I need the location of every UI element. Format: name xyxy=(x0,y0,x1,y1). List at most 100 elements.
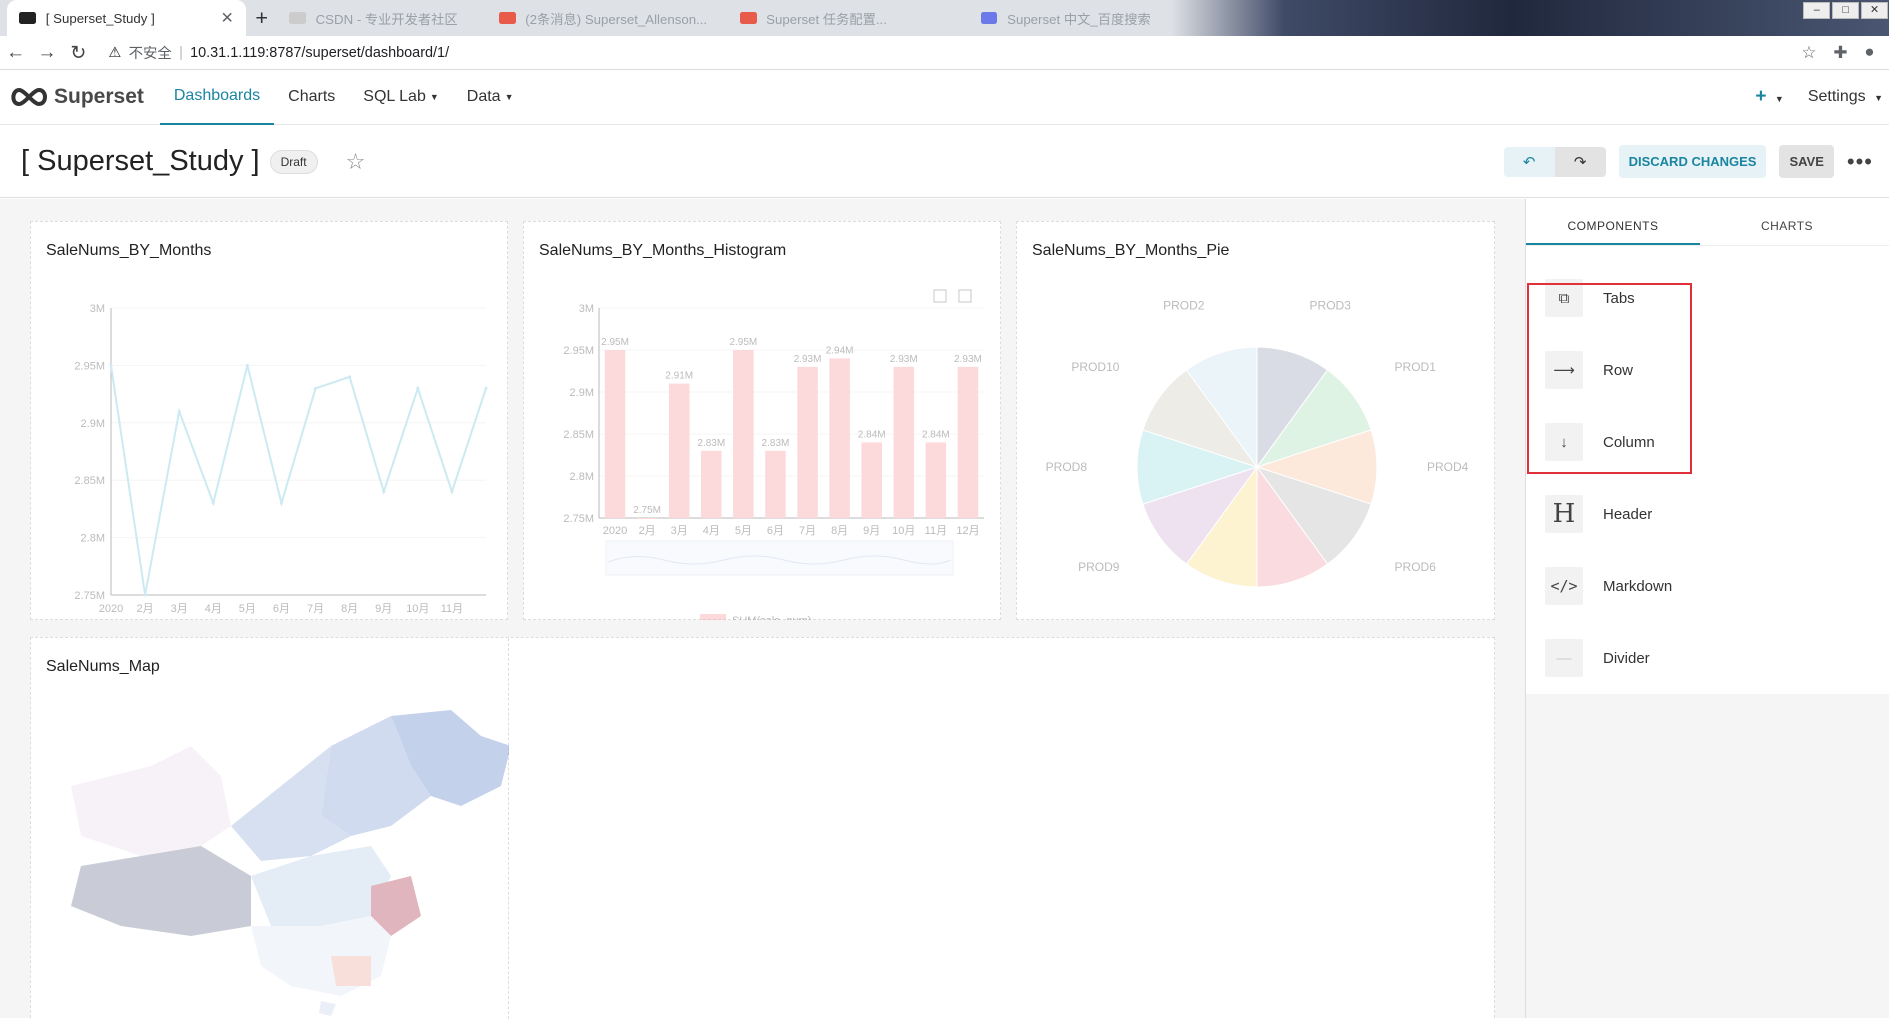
nav-data[interactable]: Data ▼ xyxy=(453,70,528,125)
chart-row-2: SaleNums_Map xyxy=(30,637,1495,1019)
back-icon[interactable]: ← xyxy=(0,42,31,64)
browser-tabbar: [ Superset_Study ] ✕ + CSDN - 专业开发者社区 (2… xyxy=(0,0,1889,37)
close-tab-icon[interactable]: ✕ xyxy=(221,8,234,28)
map-region-west xyxy=(71,746,231,856)
component-label: Divider xyxy=(1603,649,1650,667)
omnibox[interactable]: ⚠ 不安全 | 10.31.1.119:8787/superset/dashbo… xyxy=(108,42,1801,63)
caret-down-icon: ▼ xyxy=(1874,93,1883,103)
pie-slice-label: PROD2 xyxy=(1163,298,1205,312)
y-tick-label: 2.75M xyxy=(563,513,594,525)
bar-value-label: 2.93M xyxy=(794,354,822,365)
more-options-icon[interactable]: ••• xyxy=(1847,149,1873,175)
bookmark-star-icon[interactable]: ☆ xyxy=(1801,42,1816,63)
profile-icon[interactable]: ● xyxy=(1864,42,1874,63)
brand-logo[interactable]: Superset xyxy=(8,85,144,109)
bar xyxy=(636,518,658,519)
pie-slice-label: PROD4 xyxy=(1427,460,1469,474)
tab-components[interactable]: COMPONENTS xyxy=(1526,199,1700,245)
browser-tab[interactable]: Superset 任务配置... xyxy=(728,0,964,36)
browser-tab-active[interactable]: [ Superset_Study ] ✕ xyxy=(7,0,246,37)
bar xyxy=(893,366,915,518)
url-text[interactable]: 10.31.1.119:8787/superset/dashboard/1/ xyxy=(190,45,449,61)
component-markdown[interactable]: </> Markdown xyxy=(1545,562,1865,610)
favicon-icon xyxy=(739,12,757,25)
tab-charts[interactable]: CHARTS xyxy=(1700,199,1874,245)
discard-changes-button[interactable]: DISCARD CHANGES xyxy=(1618,145,1767,178)
minimize-icon[interactable]: – xyxy=(1803,2,1830,20)
chart-card-line[interactable]: SaleNums_BY_Months 2.75M 2.8M 2.85M 2.9M 2.9… xyxy=(30,221,508,620)
bar xyxy=(668,383,690,518)
favicon-icon xyxy=(498,12,516,25)
component-header[interactable]: H Header xyxy=(1545,490,1865,538)
x-tick-label: 2月 xyxy=(639,525,656,537)
caret-down-icon: ▼ xyxy=(1774,94,1784,104)
x-tick-label: 3月 xyxy=(671,525,688,537)
favorite-star-icon[interactable]: ☆ xyxy=(346,149,366,175)
chart-card-pie[interactable]: SaleNums_BY_Months_Pie PROD3 PROD1 PROD4 PR… xyxy=(1016,221,1495,620)
x-tick-label: 9月 xyxy=(375,603,392,615)
window-controls: – □ ✕ xyxy=(1802,0,1889,22)
x-tick-label: 10月 xyxy=(406,603,429,615)
bar-value-label: 2.95M xyxy=(601,337,629,348)
nav-label: SQL Lab xyxy=(363,88,426,105)
data-point xyxy=(177,409,181,413)
redo-button[interactable]: ↷ xyxy=(1554,146,1606,177)
x-tick-label: 10月 xyxy=(892,525,915,537)
bar-value-label: 2.93M xyxy=(954,354,982,365)
brand-name: Superset xyxy=(54,85,144,108)
maximize-icon[interactable]: □ xyxy=(1832,2,1859,20)
pie-chart: PROD3PROD1PROD4PROD6PROD7PROD5PROD9PROD8… xyxy=(1046,298,1469,588)
settings-menu-button[interactable]: Settings ▼ xyxy=(1808,88,1883,106)
close-window-icon[interactable]: ✕ xyxy=(1861,2,1888,20)
bar-value-label: 2.91M xyxy=(665,371,693,382)
header-icon: H xyxy=(1545,495,1583,533)
panel-tabs: COMPONENTS CHARTS xyxy=(1526,199,1889,246)
bar xyxy=(604,350,626,518)
nav-charts[interactable]: Charts xyxy=(274,70,349,125)
x-tick-label: 8月 xyxy=(831,525,848,537)
new-menu-button[interactable]: + ▼ xyxy=(1755,86,1783,108)
x-tick-label: 8月 xyxy=(341,603,358,615)
x-tick-label: 2月 xyxy=(137,603,154,615)
browser-tab-title: Superset 中文_百度搜索 xyxy=(1007,11,1151,27)
forward-icon[interactable]: → xyxy=(31,42,62,64)
data-point xyxy=(416,386,420,390)
bar xyxy=(861,442,882,518)
browser-tab[interactable]: (2条消息) Superset_Allenson... xyxy=(487,0,723,36)
browser-tab-title: [ Superset_Study ] xyxy=(45,10,155,26)
nav-sql-lab[interactable]: SQL Lab ▼ xyxy=(349,70,452,125)
bar-value-label: 2.83M xyxy=(697,438,725,449)
x-tick-label: 6月 xyxy=(767,525,784,537)
nav-dashboards[interactable]: Dashboards xyxy=(159,70,275,125)
new-tab-icon[interactable]: + xyxy=(255,5,268,31)
data-point xyxy=(348,375,352,379)
bar xyxy=(957,366,979,518)
reload-icon[interactable]: ↻ xyxy=(63,41,94,65)
browser-tab[interactable]: CSDN - 专业开发者社区 xyxy=(277,0,482,36)
map-region-guangdong xyxy=(331,956,371,986)
zoom-reset-icon xyxy=(958,289,972,303)
extensions-icon[interactable]: ✚ xyxy=(1833,42,1847,63)
browser-tab[interactable]: Superset 中文_百度搜索 xyxy=(969,0,1205,36)
bar xyxy=(797,366,818,518)
save-button[interactable]: SAVE xyxy=(1779,145,1834,178)
nav-label: Data xyxy=(466,88,501,105)
divider-icon: — xyxy=(1545,639,1583,677)
y-tick-label: 3M xyxy=(90,303,105,315)
undo-button[interactable]: ↶ xyxy=(1503,146,1555,177)
data-point xyxy=(245,363,249,367)
chart-card-map[interactable]: SaleNums_Map xyxy=(31,638,509,1019)
x-tick-label: 5月 xyxy=(239,603,256,615)
y-tick-label: 2.75M xyxy=(74,590,105,602)
zoom-icon xyxy=(933,289,947,303)
security-label: 不安全 xyxy=(128,46,172,62)
caret-down-icon: ▼ xyxy=(429,92,439,102)
navbar-right: + ▼ Settings ▼ xyxy=(1755,86,1883,108)
y-tick-label: 3M xyxy=(579,303,594,315)
chart-card-bar[interactable]: SaleNums_BY_Months_Histogram 2.75M 2.8M 2.… xyxy=(523,221,1001,620)
dashboard-title[interactable]: [ Superset_Study ] xyxy=(21,145,260,178)
component-divider[interactable]: — Divider xyxy=(1545,634,1865,682)
bar-value-label: 2.84M xyxy=(858,429,886,440)
x-tick-label: 7月 xyxy=(307,603,324,615)
data-point xyxy=(143,593,147,597)
